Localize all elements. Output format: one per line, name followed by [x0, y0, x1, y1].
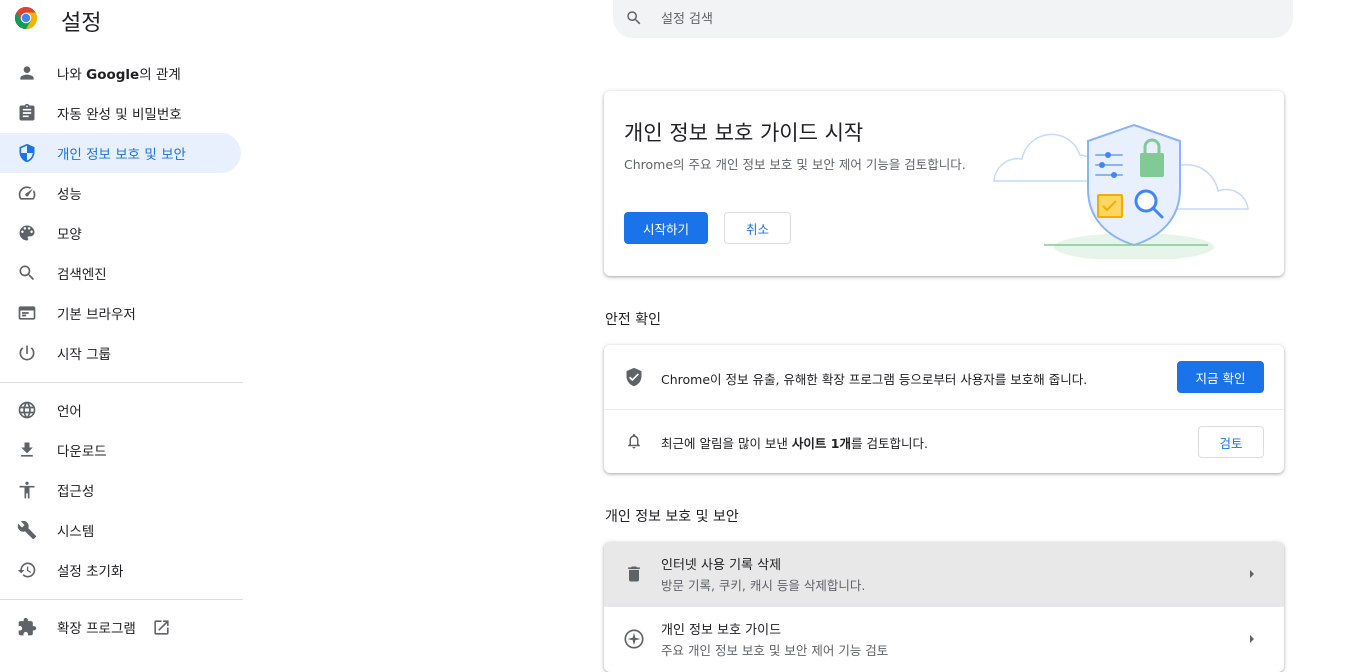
sidebar-item-label: 설정 초기화	[57, 564, 124, 580]
speedometer-icon	[16, 182, 38, 204]
sidebar-item-label: 개인 정보 보호 및 보안	[57, 147, 186, 163]
external-link-icon	[152, 618, 171, 637]
sidebar-item-label: 자동 완성 및 비밀번호	[57, 107, 182, 123]
sidebar-item-label: 성능	[57, 187, 82, 203]
sidebar-item-label: 기본 브라우저	[57, 307, 136, 323]
palette-icon	[16, 222, 38, 244]
check-now-button[interactable]: 지금 확인	[1177, 361, 1264, 393]
arrow-right-icon	[1248, 569, 1256, 579]
privacy-guide-promo-card: 개인 정보 보호 가이드 시작 Chrome의 주요 개인 정보 보호 및 보안…	[604, 91, 1284, 276]
power-icon	[16, 342, 38, 364]
sidebar-item-reset-settings[interactable]: 설정 초기화	[0, 550, 241, 590]
settings-search-bar[interactable]	[613, 0, 1293, 38]
person-icon	[16, 62, 38, 84]
sidebar-item-performance[interactable]: 성능	[0, 173, 241, 213]
sidebar-item-label: 검색엔진	[57, 267, 107, 283]
wrench-icon	[16, 519, 38, 541]
chrome-logo-icon	[14, 6, 38, 30]
sidebar-item-privacy-security[interactable]: 개인 정보 보호 및 보안	[0, 133, 241, 173]
clear-browsing-data-row[interactable]: 인터넷 사용 기록 삭제 방문 기록, 쿠키, 캐시 등을 삭제합니다.	[604, 542, 1284, 606]
cancel-button[interactable]: 취소	[724, 212, 791, 244]
browser-icon	[16, 302, 38, 324]
sidebar-divider	[0, 382, 243, 383]
privacy-security-heading: 개인 정보 보호 및 보안	[605, 509, 739, 525]
puzzle-icon	[16, 616, 38, 638]
arrow-right-icon	[1248, 634, 1256, 644]
sidebar-item-label: 시작 그룹	[57, 347, 111, 363]
shield-icon	[16, 142, 38, 164]
row-title: 인터넷 사용 기록 삭제	[661, 558, 782, 573]
sidebar-item-extensions[interactable]: 확장 프로그램	[0, 607, 241, 647]
sidebar-item-label: 접근성	[57, 484, 95, 500]
privacy-guide-row[interactable]: 개인 정보 보호 가이드 주요 개인 정보 보호 및 보안 제어 기능 검토	[604, 607, 1284, 671]
clipboard-icon	[16, 102, 38, 124]
row-title: 개인 정보 보호 가이드	[661, 623, 782, 638]
start-button[interactable]: 시작하기	[624, 212, 708, 244]
sidebar-item-downloads[interactable]: 다운로드	[0, 430, 241, 470]
row-subtitle: 주요 개인 정보 보호 및 보안 제어 기능 검토	[661, 643, 889, 658]
row-divider	[604, 409, 1284, 410]
promo-title: 개인 정보 보호 가이드 시작	[624, 121, 864, 145]
promo-description: Chrome의 주요 개인 정보 보호 및 보안 제어 기능을 검토합니다.	[624, 157, 966, 172]
safety-check-description: Chrome이 정보 유출, 유해한 확장 프로그램 등으로부터 사용자를 보호…	[661, 372, 1088, 387]
review-button[interactable]: 검토	[1198, 426, 1264, 458]
search-input[interactable]	[659, 0, 1223, 38]
sidebar-item-default-browser[interactable]: 기본 브라우저	[0, 293, 241, 333]
notification-review-text: 최근에 알림을 많이 보낸 사이트 1개를 검토합니다.	[661, 436, 928, 451]
sidebar-item-appearance[interactable]: 모양	[0, 213, 241, 253]
accessibility-icon	[16, 479, 38, 501]
safety-check-card: Chrome이 정보 유출, 유해한 확장 프로그램 등으로부터 사용자를 보호…	[604, 345, 1284, 473]
sidebar-item-you-and-google[interactable]: 나와 Google의 관계	[0, 53, 241, 93]
sidebar-item-languages[interactable]: 언어	[0, 390, 241, 430]
search-icon	[625, 9, 643, 27]
trash-icon	[624, 564, 644, 584]
sidebar-divider	[0, 599, 243, 600]
globe-icon	[16, 399, 38, 421]
sidebar-item-label: 모양	[57, 227, 82, 243]
sidebar-item-autofill[interactable]: 자동 완성 및 비밀번호	[0, 93, 241, 133]
sidebar-item-system[interactable]: 시스템	[0, 510, 241, 550]
sidebar-item-label: 다운로드	[57, 444, 107, 460]
restore-icon	[16, 559, 38, 581]
sidebar-item-on-startup[interactable]: 시작 그룹	[0, 333, 241, 373]
sidebar-item-label: 확장 프로그램	[57, 621, 136, 637]
safety-check-heading: 안전 확인	[605, 312, 661, 328]
row-subtitle: 방문 기록, 쿠키, 캐시 등을 삭제합니다.	[661, 578, 866, 593]
sidebar-item-accessibility[interactable]: 접근성	[0, 470, 241, 510]
sidebar-item-label: 언어	[57, 404, 82, 420]
sidebar-item-label: 시스템	[57, 524, 95, 540]
page-title: 설정	[61, 11, 102, 36]
compass-icon	[623, 628, 645, 650]
bell-icon	[625, 432, 643, 450]
privacy-shield-illustration	[984, 109, 1264, 259]
download-icon	[16, 439, 38, 461]
sidebar-item-search-engine[interactable]: 검색엔진	[0, 253, 241, 293]
search-icon	[16, 262, 38, 284]
sidebar-item-label: 나와 Google의 관계	[57, 67, 181, 83]
privacy-security-card: 인터넷 사용 기록 삭제 방문 기록, 쿠키, 캐시 등을 삭제합니다. 개인 …	[604, 542, 1284, 672]
verified-shield-icon	[624, 367, 644, 387]
